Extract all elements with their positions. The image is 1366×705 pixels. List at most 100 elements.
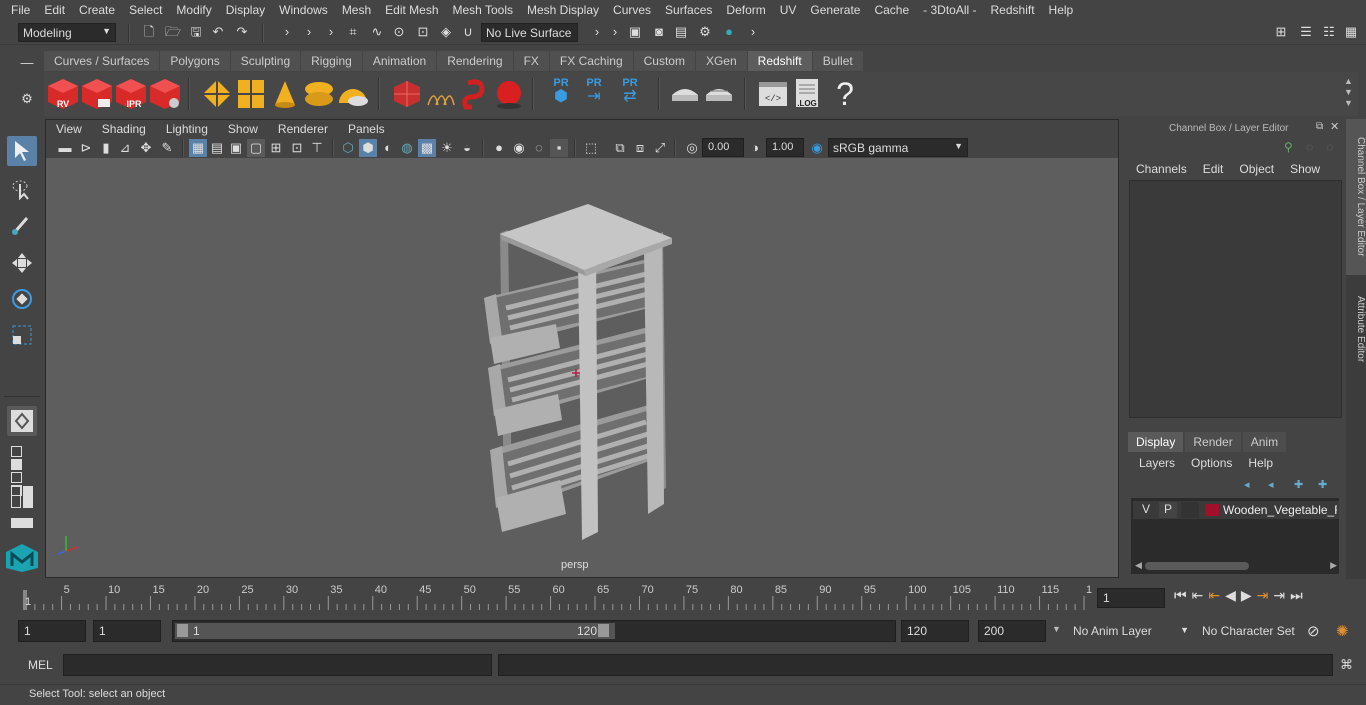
viewport-menu-lighting[interactable]: Lighting [156, 122, 218, 136]
menu-mesh-tools[interactable]: Mesh Tools [446, 3, 520, 17]
step-forward-frame-icon[interactable]: ⇥ [1257, 587, 1269, 604]
exposure-icon[interactable]: ◎ [683, 139, 701, 157]
depth-of-field-icon[interactable]: ▪ [550, 139, 568, 157]
tab-sculpting[interactable]: Sculpting [230, 51, 301, 71]
redshift-visibility-icon[interactable] [234, 77, 268, 111]
chevron-down-icon[interactable]: ▼ [1052, 624, 1061, 634]
collapse-arrow-icon[interactable]: › [300, 23, 318, 41]
use-all-lights-icon[interactable]: ☀ [438, 139, 456, 157]
select-camera-icon[interactable]: ▬ [56, 139, 74, 157]
tab-xgen[interactable]: XGen [695, 51, 747, 71]
range-handle-left[interactable] [177, 624, 188, 637]
redshift-proxy-icon[interactable] [390, 77, 424, 111]
wireframe-on-shaded-icon[interactable]: ◍ [398, 139, 416, 157]
help-icon[interactable]: ? [828, 77, 862, 111]
layer-menu-layers[interactable]: Layers [1139, 456, 1175, 470]
snap-grid-icon[interactable]: ⌗ [344, 23, 362, 41]
menu-deform[interactable]: Deform [719, 3, 772, 17]
screen-space-ao-icon[interactable]: ● [490, 139, 508, 157]
tab-custom[interactable]: Custom [633, 51, 695, 71]
menu-help[interactable]: Help [1042, 3, 1081, 17]
script-editor-icon[interactable]: ⌘ [1340, 657, 1353, 673]
step-back-frame-icon[interactable]: ⇤ [1208, 587, 1220, 604]
layer-tab-anim[interactable]: Anim [1242, 432, 1287, 452]
channel-menu-edit[interactable]: Edit [1203, 162, 1224, 176]
play-forwards-icon[interactable]: ▶ [1241, 587, 1252, 604]
character-set-select[interactable]: No Character Set [1197, 620, 1301, 642]
channel-box-option-icon[interactable]: ⚲ [1284, 140, 1293, 154]
redshift-dome-light-icon[interactable] [336, 77, 370, 111]
camera-attributes-icon[interactable]: ⊳ [77, 139, 95, 157]
shadows-icon[interactable]: ◒ [458, 139, 476, 157]
viewport-menu-view[interactable]: View [46, 122, 92, 136]
channel-box-list[interactable] [1129, 180, 1342, 418]
channel-box-option-icon[interactable]: ◌ [1306, 140, 1313, 154]
menu-modify[interactable]: Modify [169, 3, 218, 17]
field-chart-icon[interactable]: ⊞ [267, 139, 285, 157]
undo-icon[interactable]: ↶ [209, 23, 227, 41]
scroll-thumb[interactable] [1145, 562, 1249, 570]
menu-3dtoall[interactable]: - 3DtoAll - [916, 3, 983, 17]
pr-transfer-icon[interactable]: PR ⇄ [616, 77, 644, 111]
layer-tab-render[interactable]: Render [1185, 432, 1241, 452]
safe-action-icon[interactable]: ⊡ [288, 139, 306, 157]
snap-curve-icon[interactable]: ∿ [368, 23, 386, 41]
redshift-volume-icon[interactable] [458, 77, 492, 111]
menu-mesh-display[interactable]: Mesh Display [520, 3, 606, 17]
time-slider[interactable]: 5 10 15 20 25 30 35 40 45 50 55 60 65 70 75 80 85 90 95 100… [18, 582, 1098, 612]
gamma-icon[interactable]: ◑ [746, 139, 764, 157]
grid-icon[interactable]: ▦ [189, 139, 207, 157]
channel-box-toggle-icon[interactable]: ▦ [1342, 23, 1360, 41]
menu-display[interactable]: Display [219, 3, 272, 17]
snap-view-icon[interactable]: ⊡ [414, 23, 432, 41]
move-tool-icon[interactable] [7, 248, 37, 278]
collapse-arrow-icon[interactable]: › [606, 23, 624, 41]
redshift-object-properties-icon[interactable] [200, 77, 234, 111]
scroll-right-icon[interactable]: ▶ [1330, 560, 1337, 571]
current-frame-field[interactable]: 1 [1097, 588, 1165, 608]
tab-animation[interactable]: Animation [362, 51, 437, 71]
render-settings-icon[interactable]: ⚙ [696, 23, 714, 41]
viewport-menu-panels[interactable]: Panels [338, 122, 395, 136]
layer-tab-display[interactable]: Display [1128, 432, 1184, 452]
menu-edit-mesh[interactable]: Edit Mesh [378, 3, 445, 17]
tab-bullet[interactable]: Bullet [812, 51, 863, 71]
xray-icon[interactable]: ⧉ [611, 139, 629, 157]
motion-blur-icon[interactable]: ◉ [510, 139, 528, 157]
layer-visibility-toggle[interactable]: V [1137, 502, 1155, 518]
attribute-editor-toggle-icon[interactable]: ☰ [1297, 23, 1315, 41]
workspace-icon[interactable]: ⊞ [1272, 23, 1290, 41]
select-tool-icon[interactable] [7, 136, 37, 166]
channel-menu-object[interactable]: Object [1239, 162, 1274, 176]
gamma-field[interactable]: 1.00 [766, 138, 804, 157]
default-material-icon[interactable]: ◐ [379, 139, 397, 157]
collapse-arrow-icon[interactable]: › [278, 23, 296, 41]
redshift-sphere-icon[interactable] [492, 77, 526, 111]
menu-uv[interactable]: UV [773, 3, 804, 17]
menu-cache[interactable]: Cache [867, 3, 916, 17]
pr-mesh-icon[interactable]: PR ⬢ [548, 77, 574, 111]
redshift-mesh-light-icon[interactable] [302, 77, 336, 111]
gate-mask-icon[interactable]: ▢ [247, 139, 265, 157]
redo-icon[interactable]: ↷ [233, 23, 251, 41]
range-slider[interactable]: 1 120 [172, 620, 896, 642]
move-layer-up-icon[interactable]: ◂ [1244, 478, 1250, 491]
layer-row[interactable]: V P Wooden_Vegetable_R [1133, 501, 1339, 519]
range-handle-right[interactable] [598, 624, 609, 637]
graph-layout-icon[interactable] [7, 516, 37, 530]
viewport-menu-shading[interactable]: Shading [92, 122, 156, 136]
tab-channel-box[interactable]: Channel Box / Layer Editor [1346, 119, 1366, 275]
shelf-scroll-icon[interactable]: ▲ ▼ ▼ [1344, 76, 1353, 109]
scene-start-field[interactable]: 1 [18, 620, 86, 642]
mode-selector[interactable]: Modeling ▼ [18, 23, 116, 42]
playback-end-field[interactable]: 120 [901, 620, 969, 642]
command-language-label[interactable]: MEL [28, 658, 53, 672]
move-layer-down-icon[interactable]: ◂ [1268, 478, 1274, 491]
close-icon[interactable]: ✕ [1330, 120, 1339, 133]
tool-settings-toggle-icon[interactable]: ☷ [1320, 23, 1338, 41]
collapse-arrow-icon[interactable]: › [322, 23, 340, 41]
tab-fx-caching[interactable]: FX Caching [549, 51, 633, 71]
xray-active-icon[interactable]: ⤢ [651, 139, 669, 157]
step-back-key-icon[interactable]: ⇤ [1192, 587, 1204, 604]
xray-joints-icon[interactable]: ⧈ [631, 139, 649, 157]
